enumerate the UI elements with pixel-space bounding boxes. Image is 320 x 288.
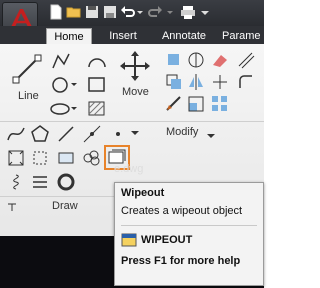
command-icon xyxy=(121,233,137,247)
tab-annotate[interactable]: Annotate xyxy=(150,28,218,44)
table-icon[interactable] xyxy=(30,172,50,192)
file-tab[interactable]: e.dwg xyxy=(114,160,143,178)
donut-icon[interactable] xyxy=(56,172,76,192)
region-icon[interactable] xyxy=(56,148,76,168)
wipeout-tooltip: Wipeout Creates a wipeout object WIPEOUT… xyxy=(114,182,264,286)
point-icon[interactable] xyxy=(108,124,128,144)
construction-line-icon[interactable] xyxy=(82,124,102,144)
tab-insert[interactable]: Insert xyxy=(98,28,148,44)
rotate-icon[interactable] xyxy=(164,50,184,70)
open-folder-icon[interactable] xyxy=(66,4,82,20)
copy-icon[interactable] xyxy=(164,72,184,92)
ray-icon[interactable] xyxy=(56,124,76,144)
move-arrows-icon xyxy=(120,51,150,81)
tooltip-command: WIPEOUT xyxy=(141,234,193,246)
revision-cloud-icon[interactable] xyxy=(82,148,102,168)
array-icon[interactable] xyxy=(210,94,230,114)
scale-icon[interactable] xyxy=(186,94,206,114)
move-tool-button[interactable] xyxy=(118,50,152,82)
draw-panel-title: Draw xyxy=(52,200,78,212)
qat-customize-icon[interactable] xyxy=(200,4,216,20)
line-tool-button[interactable] xyxy=(8,50,46,92)
stretch-icon[interactable] xyxy=(164,94,184,114)
plot-icon[interactable] xyxy=(180,4,196,20)
redo-icon[interactable] xyxy=(147,4,163,20)
modify-panel-title: Modify xyxy=(166,126,199,138)
polyline-icon[interactable] xyxy=(50,50,72,72)
line-tool-label: Line xyxy=(18,90,39,102)
tooltip-help-text: Press F1 for more help xyxy=(121,255,241,267)
tab-parametric[interactable]: Parame xyxy=(222,28,264,44)
erase-icon[interactable] xyxy=(210,50,230,70)
circle-tool-icon[interactable] xyxy=(50,74,78,96)
gradient-icon[interactable] xyxy=(6,148,26,168)
ellipse-tool-icon[interactable] xyxy=(50,98,78,120)
helix-icon[interactable] xyxy=(6,172,26,192)
draw-panel-divider xyxy=(0,196,114,197)
new-file-icon[interactable] xyxy=(48,4,64,20)
save-as-icon[interactable] xyxy=(102,4,118,20)
offset-icon[interactable] xyxy=(236,50,256,70)
fillet-icon[interactable] xyxy=(236,72,256,92)
draw-more-dropdown-icon[interactable] xyxy=(130,126,140,140)
tab-home[interactable]: Home xyxy=(46,28,92,44)
move-tool-label: Move xyxy=(122,86,149,98)
hatch-tool-icon[interactable] xyxy=(86,98,108,120)
mirror-icon[interactable] xyxy=(186,72,206,92)
tooltip-title: Wipeout xyxy=(121,187,165,199)
line-tool-icon xyxy=(12,54,42,84)
tooltip-description: Creates a wipeout object xyxy=(121,205,243,217)
boundary-icon[interactable] xyxy=(30,148,50,168)
polygon-icon[interactable] xyxy=(30,124,50,144)
arc-tool-icon[interactable] xyxy=(86,50,108,72)
spline-icon[interactable] xyxy=(6,124,26,144)
pin-icon[interactable] xyxy=(6,200,18,212)
modify-expand-icon[interactable] xyxy=(206,128,216,138)
trim-icon[interactable] xyxy=(186,50,206,70)
save-icon[interactable] xyxy=(84,4,100,20)
undo-icon[interactable] xyxy=(120,4,136,20)
tooltip-separator xyxy=(121,225,257,226)
explode-icon[interactable] xyxy=(210,72,230,92)
rectangle-tool-icon[interactable] xyxy=(86,74,108,96)
panel-divider xyxy=(0,121,264,122)
